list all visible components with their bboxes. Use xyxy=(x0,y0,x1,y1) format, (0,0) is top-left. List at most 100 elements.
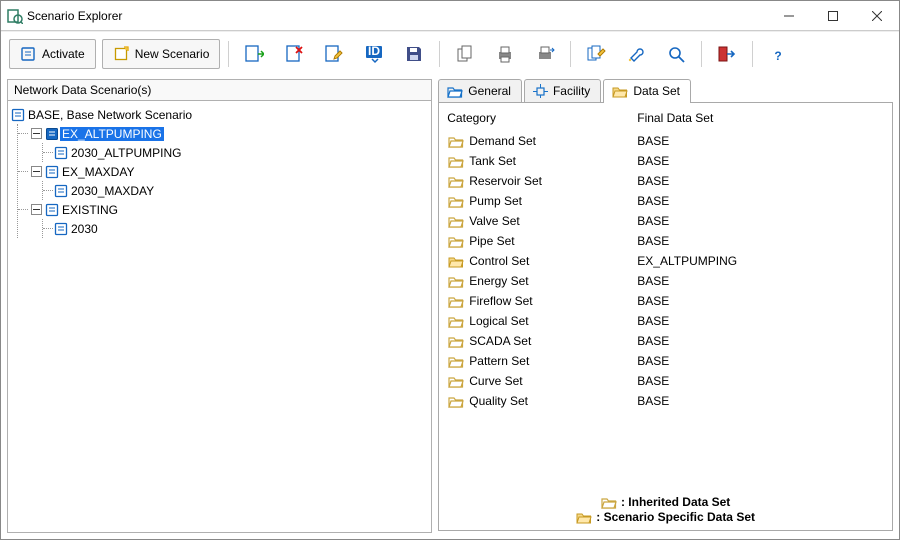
dataset-category: Pipe Set xyxy=(469,234,637,248)
print-button[interactable] xyxy=(488,39,522,69)
scenario-icon xyxy=(10,107,26,123)
header-category: Category xyxy=(447,111,637,125)
dataset-value: BASE xyxy=(637,194,884,208)
activate-icon xyxy=(20,46,36,62)
tree-header: Network Data Scenario(s) xyxy=(7,79,432,100)
collapse-icon[interactable] xyxy=(28,126,44,142)
tree-label: 2030_ALTPUMPING xyxy=(69,146,184,160)
dataset-value: BASE xyxy=(637,214,884,228)
import-button[interactable] xyxy=(237,39,271,69)
dataset-value: BASE xyxy=(637,274,884,288)
separator xyxy=(752,41,753,67)
dataset-row[interactable]: Control SetEX_ALTPUMPING xyxy=(447,251,884,271)
dataset-row[interactable]: Logical SetBASE xyxy=(447,311,884,331)
folder-open-icon xyxy=(447,85,463,98)
dataset-row[interactable]: Curve SetBASE xyxy=(447,371,884,391)
tree-node-2030-maxday[interactable]: 2030_MAXDAY xyxy=(43,181,429,200)
dataset-value: BASE xyxy=(637,374,884,388)
folder-inherited-icon xyxy=(447,155,465,168)
activate-label: Activate xyxy=(42,47,85,61)
facility-icon xyxy=(533,84,548,98)
tree-label: BASE, Base Network Scenario xyxy=(26,108,194,122)
new-scenario-label: New Scenario xyxy=(135,47,210,61)
tree-node-ex-altpumping[interactable]: EX_ALTPUMPING xyxy=(18,124,429,143)
close-button[interactable] xyxy=(855,1,899,31)
folder-inherited-icon xyxy=(447,375,465,388)
separator xyxy=(228,41,229,67)
save-button[interactable] xyxy=(397,39,431,69)
scenario-tree[interactable]: BASE, Base Network Scenario EX_ALTPUMPIN… xyxy=(7,100,432,533)
tree-label: 2030 xyxy=(69,222,100,236)
dataset-value: BASE xyxy=(637,294,884,308)
dataset-row[interactable]: Demand SetBASE xyxy=(447,131,884,151)
new-scenario-button[interactable]: New Scenario xyxy=(102,39,221,69)
tree-node-2030[interactable]: 2030 xyxy=(43,219,429,238)
dataset-category: Pattern Set xyxy=(469,354,637,368)
find-button[interactable] xyxy=(659,39,693,69)
folder-specific-icon xyxy=(576,511,592,524)
tree-node-2030-altpumping[interactable]: 2030_ALTPUMPING xyxy=(43,143,429,162)
dataset-value: EX_ALTPUMPING xyxy=(637,254,884,268)
tree-node-base[interactable]: BASE, Base Network Scenario xyxy=(10,105,429,124)
dataset-row[interactable]: Pattern SetBASE xyxy=(447,351,884,371)
scenario-explorer-window: Scenario Explorer Activate New Scenario … xyxy=(0,0,900,540)
left-pane: Network Data Scenario(s) BASE, Base Netw… xyxy=(7,79,432,533)
id-button[interactable]: ID xyxy=(357,39,391,69)
delete-button[interactable] xyxy=(277,39,311,69)
dataset-category: Pump Set xyxy=(469,194,637,208)
dataset-category: Quality Set xyxy=(469,394,637,408)
tab-data-set[interactable]: Data Set xyxy=(603,79,691,103)
legend-inherited-label: : Inherited Data Set xyxy=(621,495,730,509)
dataset-category: Curve Set xyxy=(469,374,637,388)
folder-inherited-icon xyxy=(447,195,465,208)
dataset-row[interactable]: Fireflow SetBASE xyxy=(447,291,884,311)
activate-button[interactable]: Activate xyxy=(9,39,96,69)
dataset-category: Reservoir Set xyxy=(469,174,637,188)
tree-label: EX_ALTPUMPING xyxy=(60,127,164,141)
tree-node-ex-maxday[interactable]: EX_MAXDAY xyxy=(18,162,429,181)
dataset-value: BASE xyxy=(637,174,884,188)
print-preview-button[interactable] xyxy=(528,39,562,69)
separator xyxy=(439,41,440,67)
tree-node-existing[interactable]: EXISTING xyxy=(18,200,429,219)
dataset-value: BASE xyxy=(637,234,884,248)
dataset-row[interactable]: Pipe SetBASE xyxy=(447,231,884,251)
right-pane: General Facility Data Set Category Final… xyxy=(438,79,893,533)
dataset-row[interactable]: Reservoir SetBASE xyxy=(447,171,884,191)
exit-button[interactable] xyxy=(710,39,744,69)
collapse-icon[interactable] xyxy=(28,164,44,180)
scenario-icon xyxy=(53,145,69,161)
folder-inherited-icon xyxy=(447,355,465,368)
content-area: Network Data Scenario(s) BASE, Base Netw… xyxy=(1,75,899,539)
dataset-row[interactable]: Energy SetBASE xyxy=(447,271,884,291)
dataset-rows: Demand SetBASETank SetBASEReservoir SetB… xyxy=(447,131,884,411)
dataset-category: Energy Set xyxy=(469,274,637,288)
tab-facility[interactable]: Facility xyxy=(524,79,601,103)
collapse-icon[interactable] xyxy=(28,202,44,218)
svg-text:?: ? xyxy=(775,49,782,63)
batch-edit-button[interactable] xyxy=(579,39,613,69)
svg-text:ID: ID xyxy=(368,44,380,58)
dataset-row[interactable]: SCADA SetBASE xyxy=(447,331,884,351)
folder-inherited-icon xyxy=(447,135,465,148)
folder-inherited-icon xyxy=(447,395,465,408)
scenario-icon xyxy=(44,202,60,218)
minimize-button[interactable] xyxy=(767,1,811,31)
copy-button[interactable] xyxy=(448,39,482,69)
dataset-row[interactable]: Quality SetBASE xyxy=(447,391,884,411)
edit-button[interactable] xyxy=(317,39,351,69)
help-button[interactable]: ? xyxy=(761,39,795,69)
maximize-button[interactable] xyxy=(811,1,855,31)
tree-label: EX_MAXDAY xyxy=(60,165,136,179)
tab-general[interactable]: General xyxy=(438,79,522,103)
tools-button[interactable] xyxy=(619,39,653,69)
legend-specific-label: : Scenario Specific Data Set xyxy=(596,510,755,524)
folder-inherited-icon xyxy=(447,335,465,348)
folder-inherited-icon xyxy=(447,235,465,248)
dataset-row[interactable]: Tank SetBASE xyxy=(447,151,884,171)
tree-label: 2030_MAXDAY xyxy=(69,184,156,198)
dataset-row[interactable]: Pump SetBASE xyxy=(447,191,884,211)
dataset-value: BASE xyxy=(637,134,884,148)
legend-specific: : Scenario Specific Data Set xyxy=(572,510,759,524)
dataset-row[interactable]: Valve SetBASE xyxy=(447,211,884,231)
